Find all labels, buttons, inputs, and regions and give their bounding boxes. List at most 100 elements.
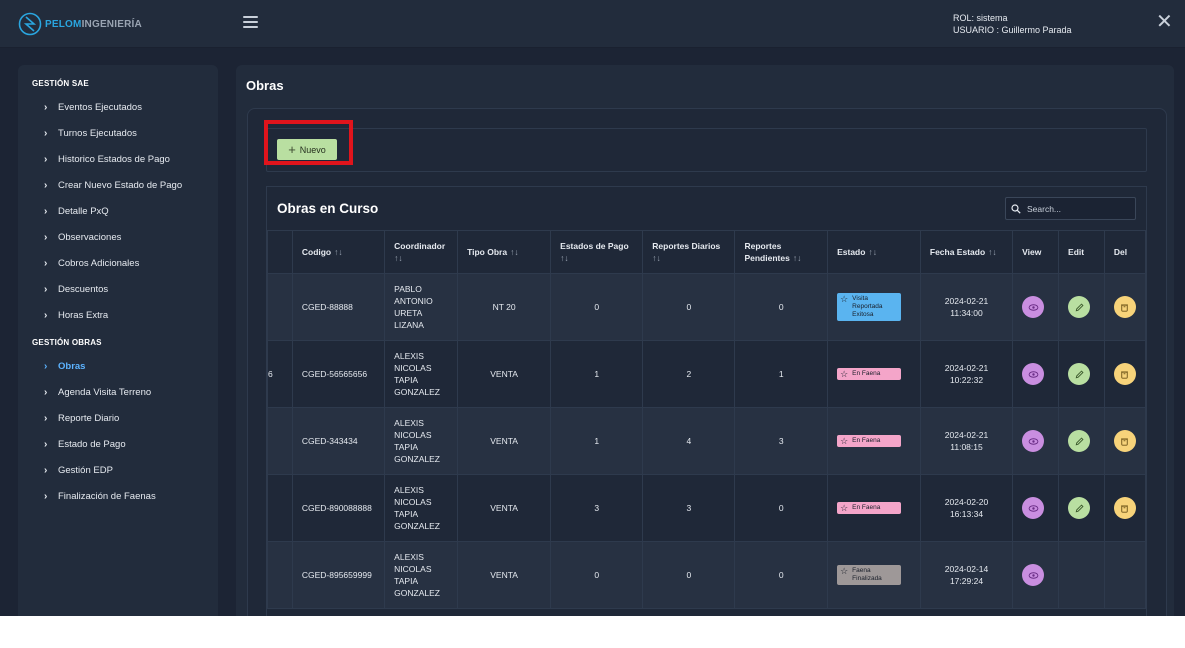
- cell-reportes-pendientes: 1: [734, 340, 829, 408]
- brand-logo[interactable]: PELOMINGENIERÍA: [18, 12, 142, 36]
- user-info: ROL: sistema USUARIO : Guillermo Parada: [953, 12, 1072, 36]
- cell-codigo: CGED-890088888: [291, 474, 386, 542]
- top-bar: PELOMINGENIERÍA ROL: sistema USUARIO : G…: [0, 0, 1185, 48]
- sidebar-item-gestion-edp[interactable]: › Gestión EDP: [44, 465, 113, 476]
- cell-del: [1103, 340, 1146, 408]
- fecha-date: 2024-02-21: [944, 363, 989, 373]
- column-header-estado[interactable]: Estado ↑↓: [827, 230, 921, 274]
- delete-button[interactable]: [1113, 363, 1136, 385]
- sidebar-item-horas-extra[interactable]: › Horas Extra: [44, 310, 108, 321]
- sort-icon[interactable]: ↑↓: [510, 247, 519, 257]
- cell-coordinador: ALEXIS NICOLAS TAPIA GONZALEZ: [384, 407, 459, 475]
- sort-icon[interactable]: ↑↓: [560, 253, 569, 263]
- cell-fecha-estado: 2024-02-21 11:08:15: [919, 407, 1014, 475]
- delete-button[interactable]: [1113, 430, 1136, 452]
- star-icon: ☆: [840, 436, 849, 446]
- cell-codigo: CGED-343434: [291, 407, 386, 475]
- cell-view: [1012, 541, 1060, 609]
- pencil-icon: [1074, 503, 1085, 514]
- fecha-date: 2024-02-21: [944, 430, 989, 440]
- search-input[interactable]: [1025, 202, 1129, 215]
- column-header-view: View: [1012, 230, 1060, 274]
- cell-reportes-diarios: 0: [642, 541, 736, 609]
- sidebar-item-label: Horas Extra: [58, 310, 109, 321]
- sidebar-item-label: Reporte Diario: [58, 413, 120, 424]
- fecha-time: 17:29:24: [949, 576, 984, 586]
- pencil-icon: [1074, 436, 1085, 447]
- view-button[interactable]: [1022, 430, 1045, 452]
- cell-estado: ☆ En Faena: [827, 474, 921, 542]
- chevron-right-icon: ›: [44, 465, 48, 476]
- column-header-fecha-estado[interactable]: Fecha Estado ↑↓: [919, 230, 1014, 274]
- sidebar-item-reporte-diario[interactable]: › Reporte Diario: [44, 413, 119, 424]
- column-header-label: Fecha Estado: [929, 247, 986, 257]
- chevron-right-icon: ›: [44, 206, 48, 217]
- table-row: CGED-895659999 ALEXIS NICOLAS TAPIA GONZA…: [267, 541, 1146, 609]
- column-header-estados-de-pago[interactable]: Estados de Pago ↑↓: [550, 230, 644, 274]
- sort-icon[interactable]: ↑↓: [652, 253, 661, 263]
- sort-icon[interactable]: ↑↓: [868, 247, 877, 257]
- sidebar-item-label: Turnos Ejecutados: [58, 128, 137, 139]
- sidebar-item-estado-de-pago[interactable]: › Estado de Pago: [44, 439, 126, 450]
- sidebar-item-crear-nuevo-estado-de-pago[interactable]: › Crear Nuevo Estado de Pago: [44, 180, 182, 191]
- fecha-time: 16:13:34: [949, 509, 984, 519]
- column-header-coordinador[interactable]: Coordinador ↑↓: [384, 230, 459, 274]
- highlight-box: [264, 120, 353, 165]
- chevron-right-icon: ›: [44, 232, 48, 243]
- cell-estados-de-pago: 0: [550, 273, 644, 341]
- cell-del: [1103, 541, 1146, 609]
- search-box[interactable]: [1005, 197, 1136, 220]
- delete-button[interactable]: [1113, 296, 1136, 318]
- edit-button[interactable]: [1068, 296, 1091, 318]
- sidebar-item-agenda-visita-terreno[interactable]: › Agenda Visita Terreno: [44, 387, 151, 398]
- page-title: Obras: [246, 78, 284, 93]
- edit-button[interactable]: [1068, 497, 1091, 519]
- cell-del: [1103, 474, 1146, 542]
- table-title: Obras en Curso: [277, 201, 379, 216]
- sidebar-item-descuentos[interactable]: › Descuentos: [44, 284, 108, 295]
- column-header-reportes-diarios[interactable]: Reportes Diarios ↑↓: [642, 230, 736, 274]
- sort-icon[interactable]: ↑↓: [334, 247, 343, 257]
- view-button[interactable]: [1022, 363, 1045, 385]
- view-button[interactable]: [1022, 296, 1045, 318]
- chevron-right-icon: ›: [44, 361, 48, 372]
- sidebar-item-historico-estados-de-pago[interactable]: › Historico Estados de Pago: [44, 154, 170, 165]
- edit-button[interactable]: [1068, 430, 1091, 452]
- table-row: 6 CGED-56565656 ALEXIS NICOLAS TAPIA GONZA…: [267, 340, 1146, 408]
- column-header-codigo[interactable]: Codigo ↑↓: [291, 230, 386, 274]
- sort-icon[interactable]: ↑↓: [394, 253, 403, 263]
- status-badge: ☆ En Faena: [837, 502, 902, 514]
- cell-partial: [267, 407, 293, 475]
- sort-icon[interactable]: ↑↓: [988, 247, 997, 257]
- view-button[interactable]: [1022, 497, 1045, 519]
- sidebar-item-eventos-ejecutados[interactable]: › Eventos Ejecutados: [44, 102, 142, 113]
- column-header-label: Reportes Diarios: [652, 241, 721, 251]
- close-icon[interactable]: ✕: [1156, 12, 1173, 32]
- cell-estados-de-pago: 1: [550, 340, 644, 408]
- sidebar-item-finalizacion-de-faenas[interactable]: › Finalización de Faenas: [44, 491, 156, 502]
- chevron-right-icon: ›: [44, 491, 48, 502]
- sidebar-item-observaciones[interactable]: › Observaciones: [44, 232, 121, 243]
- sidebar-item-obras[interactable]: › Obras: [44, 361, 85, 372]
- pencil-icon: [1074, 369, 1085, 380]
- column-header-tipo-obra[interactable]: Tipo Obra ↑↓: [457, 230, 552, 274]
- sidebar-item-cobros-adicionales[interactable]: › Cobros Adicionales: [44, 258, 139, 269]
- column-header-reportes-pendientes[interactable]: Reportes Pendientes ↑↓: [734, 230, 829, 274]
- cell-fecha-estado: 2024-02-14 17:29:24: [919, 541, 1014, 609]
- sidebar-item-label: Detalle PxQ: [58, 206, 109, 217]
- search-icon: [1011, 203, 1021, 214]
- cell-estado: ☆ Visita Reportada Exitosa: [827, 273, 921, 341]
- delete-button[interactable]: [1113, 497, 1136, 519]
- view-button[interactable]: [1022, 564, 1045, 586]
- cell-edit: [1058, 541, 1105, 609]
- cell-estados-de-pago: 1: [550, 407, 644, 475]
- sidebar-item-label: Observaciones: [58, 232, 122, 243]
- menu-toggle-icon[interactable]: [243, 16, 258, 28]
- chevron-right-icon: ›: [44, 284, 48, 295]
- sidebar-item-turnos-ejecutados[interactable]: › Turnos Ejecutados: [44, 128, 137, 139]
- sidebar-item-detalle-pxq[interactable]: › Detalle PxQ: [44, 206, 109, 217]
- chevron-right-icon: ›: [44, 102, 48, 113]
- eye-icon: [1028, 302, 1039, 313]
- sort-icon[interactable]: ↑↓: [793, 253, 802, 263]
- edit-button[interactable]: [1068, 363, 1091, 385]
